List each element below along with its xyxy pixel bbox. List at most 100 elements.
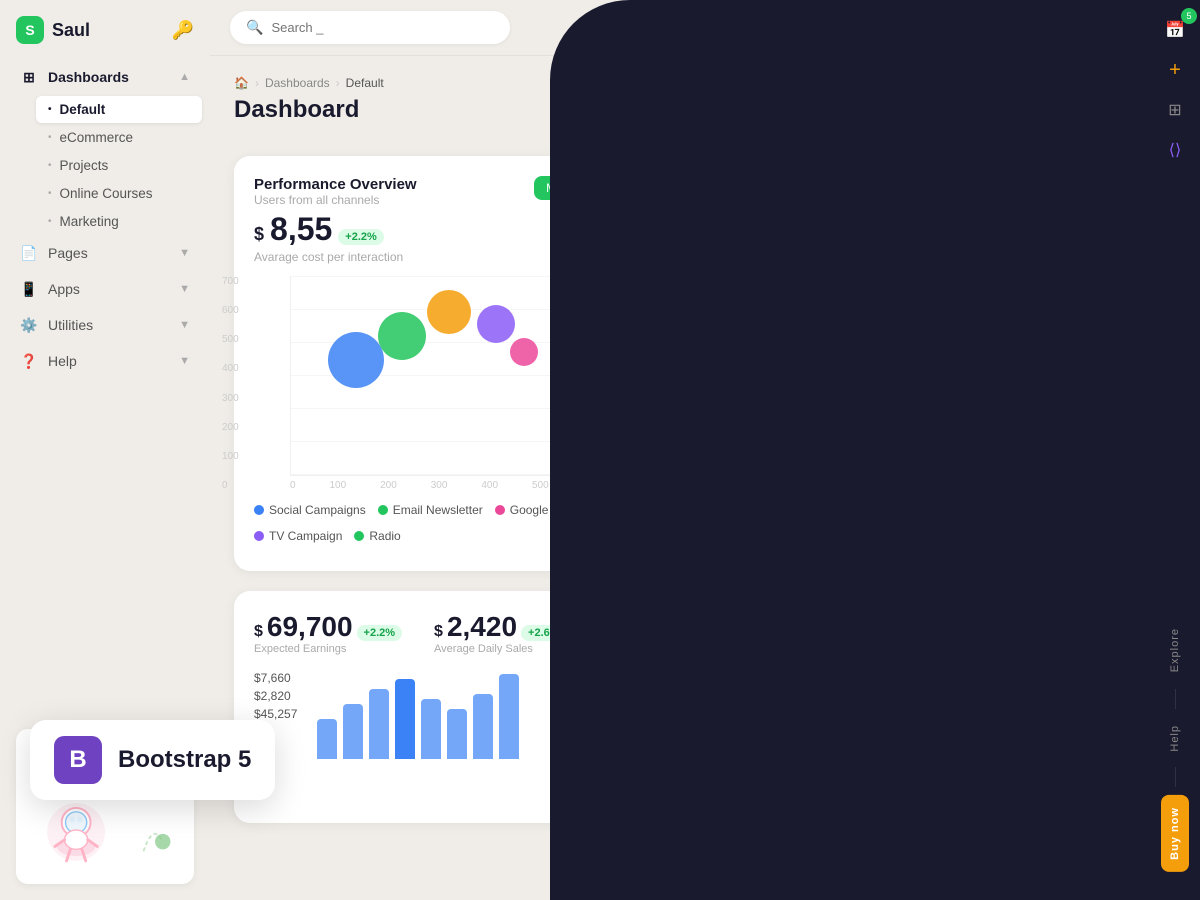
back-icon[interactable]: 🔑	[172, 20, 194, 41]
sales-card: Sales This Months Users from all channel…	[690, 591, 1126, 823]
cat-tab-crypto[interactable]: 💰 Crypto	[782, 223, 846, 282]
legend-dot-courses	[584, 505, 594, 515]
cat-tab-others[interactable]: 📂 Others	[998, 223, 1062, 282]
cat-tab-mobile[interactable]: 📱 Mobile	[926, 223, 990, 282]
view-button-4[interactable]: →	[1056, 509, 1084, 537]
content-area: 🏠 › Dashboards › Default Dashboard Creat…	[210, 56, 1150, 900]
nav-sub-dashboards: Default eCommerce Projects Online Course…	[8, 96, 202, 235]
calendar-icon[interactable]: 📅	[962, 10, 998, 46]
nav-sub-default[interactable]: Default	[36, 96, 202, 123]
table-row: 👨‍🦱 Cody Fishers Mexico 63.08% →	[710, 496, 1106, 551]
authors-subtitle: Avg. 69.34% Conv. Rate	[710, 193, 873, 207]
grid-rp-icon[interactable]: ⊞	[1157, 92, 1193, 128]
cat-tab-social[interactable]: 👥 Social	[854, 223, 918, 282]
earnings-number-1: 69,700	[267, 611, 353, 643]
dashboards-icon: ⊞	[20, 68, 38, 86]
breadcrumb-home[interactable]: 🏠	[234, 76, 249, 90]
saas-label: SaaS	[729, 261, 756, 273]
main-content: 🔍 📅 🔔 👩 ⚙️ 🏠 › Dashboards › Default Dash…	[210, 0, 1150, 900]
crypto-icon: 💰	[802, 232, 827, 257]
view-button-1[interactable]: →	[1056, 344, 1084, 372]
nav-sub-online-courses[interactable]: Online Courses	[36, 180, 202, 207]
nav-item-dashboards[interactable]: ⊞ Dashboards ▲	[8, 60, 202, 94]
search-box[interactable]: 🔍	[230, 11, 510, 44]
tab-month[interactable]: Month	[534, 176, 591, 200]
earnings-metrics: $ 69,700 +2.2% Expected Earnings $ 2,420…	[254, 611, 650, 655]
user-avatar[interactable]: 👩	[1050, 10, 1086, 46]
breadcrumb-current: Default	[346, 76, 384, 90]
bar-5	[421, 699, 441, 759]
author-avatar-4: 👨‍🦱	[710, 504, 748, 542]
settings-icon[interactable]: ⚙️	[1094, 10, 1130, 46]
metric-number: 8,55	[270, 211, 332, 248]
performance-card-header: Performance Overview Users from all chan…	[254, 176, 650, 207]
nav-item-apps[interactable]: 📱 Apps ▼	[8, 272, 202, 306]
bottom-row: $ 69,700 +2.2% Expected Earnings $ 2,420…	[234, 591, 1126, 823]
earnings-metric-1: $ 69,700 +2.2% Expected Earnings	[254, 611, 402, 655]
earnings-val-2: $ 2,420 +2.6%	[434, 611, 566, 643]
nav-sub-projects[interactable]: Projects	[36, 152, 202, 179]
legend-dot-social	[254, 505, 264, 515]
bell-icon[interactable]: 🔔	[1006, 10, 1042, 46]
explore-label[interactable]: Explore	[1169, 620, 1181, 680]
view-button-2[interactable]: →	[1056, 399, 1084, 427]
earnings-metric-2: $ 2,420 +2.6% Average Daily Sales	[434, 611, 566, 655]
nav-sub-ecommerce[interactable]: eCommerce	[36, 124, 202, 151]
nav-help-label: Help	[48, 353, 77, 369]
bubble-5	[510, 338, 538, 366]
help-label[interactable]: Help	[1169, 717, 1181, 760]
bubble-3	[427, 290, 471, 334]
tab-week[interactable]: Week	[596, 176, 650, 200]
sidebar-header: S Saul 🔑	[0, 0, 210, 56]
sales-y1: $24K	[710, 722, 736, 734]
earnings-badge-1: +2.2%	[357, 625, 403, 641]
bar-8	[499, 674, 519, 759]
author-name-2: Jane Cooper	[758, 400, 837, 415]
sales-y2: $20.5K	[1071, 722, 1106, 734]
plus-rp-icon[interactable]: +	[1157, 52, 1193, 88]
nav-sub-marketing[interactable]: Marketing	[36, 208, 202, 235]
dollar-sign-2: $	[434, 623, 443, 641]
sales-y-labels: $24K $20.5K	[710, 722, 1106, 734]
calendar-rp-container: 📅 5	[1157, 12, 1193, 48]
col-chart: CHART	[956, 302, 1056, 314]
legend-email: Email Newsletter	[378, 503, 483, 517]
legend-label-google: Google Ads	[510, 503, 572, 517]
breadcrumb-dashboards[interactable]: Dashboards	[265, 76, 330, 90]
author-chart-4	[956, 509, 1036, 537]
earnings-badge-2: +2.6%	[521, 625, 567, 641]
legend-dot-radio	[354, 531, 364, 541]
search-input[interactable]	[271, 20, 494, 35]
earnings-label-1: Expected Earnings	[254, 643, 402, 655]
author-info-2: 👩 Jane Cooper Monaco	[710, 394, 876, 432]
performance-card: Performance Overview Users from all chan…	[234, 156, 670, 571]
table-row: 👨 Guy Hawkins Haiti 78.34% →	[710, 331, 1106, 386]
view-button-3[interactable]: →	[1056, 454, 1084, 482]
nav-item-help[interactable]: ❓ Help ▼	[8, 344, 202, 378]
author-chart-1	[956, 344, 1036, 372]
cat-tab-saas[interactable]: 🖥️ SaaS	[710, 223, 774, 282]
nav-pages-label: Pages	[48, 245, 88, 261]
app-name: Saul	[52, 20, 90, 41]
code-rp-icon[interactable]: ⟨⟩	[1157, 132, 1193, 168]
metric-value: $ 8,55 +2.2%	[254, 211, 650, 248]
col-author: AUTHOR	[710, 302, 876, 314]
create-project-button[interactable]: Create Project	[998, 101, 1126, 136]
author-chart-2	[956, 399, 1036, 427]
buy-label[interactable]: Buy now	[1161, 795, 1189, 872]
author-info-1: 👨 Guy Hawkins Haiti	[710, 339, 876, 377]
others-label: Others	[1013, 261, 1046, 273]
metric-badge: +2.2%	[338, 229, 384, 245]
utilities-chevron: ▼	[179, 319, 190, 331]
bubble-1	[328, 332, 384, 388]
chart-legend: Social Campaigns Email Newsletter Google…	[254, 503, 650, 543]
nav-item-pages[interactable]: 📄 Pages ▼	[8, 236, 202, 270]
metric-dollar: $	[254, 224, 264, 245]
col-conv: CONV.	[876, 302, 956, 314]
bootstrap-overlay: B Bootstrap 5	[30, 720, 275, 800]
author-name-4: Cody Fishers	[758, 510, 840, 525]
social-label: Social	[871, 261, 901, 273]
authors-title: Authors Achievements	[710, 176, 873, 193]
nav-item-utilities[interactable]: ⚙️ Utilities ▼	[8, 308, 202, 342]
author-info-3: 🧔 Jacob Jones Poland	[710, 449, 876, 487]
